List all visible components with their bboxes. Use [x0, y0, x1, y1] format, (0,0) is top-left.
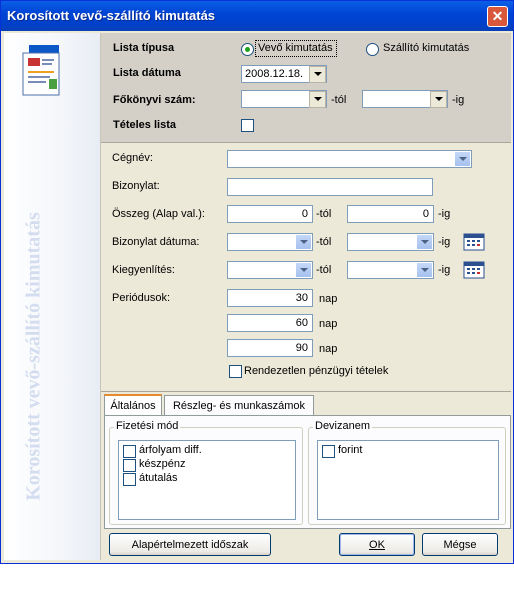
tab-panel-general: Fizetési mód árfolyam diff. készpénz átu… [104, 415, 511, 529]
ledger-to-select[interactable] [362, 90, 448, 108]
period-2-value: 60 [295, 317, 308, 329]
period-2-input[interactable]: 60 [227, 314, 313, 332]
ok-button[interactable]: OK [339, 533, 415, 556]
payment-method-title: Fizetési mód [114, 420, 181, 432]
company-name-combobox[interactable] [227, 150, 472, 168]
payment-item-label[interactable]: árfolyam diff. [139, 444, 202, 456]
unsettled-items-checkbox[interactable] [229, 365, 242, 378]
unsettled-items-label[interactable]: Rendezetlen pénzügyi tételek [244, 365, 388, 377]
payment-item-label[interactable]: átutalás [139, 472, 178, 484]
radio-vevo-label[interactable]: Vevő kimutatás [258, 42, 333, 54]
period-2-unit: nap [319, 318, 338, 330]
list-options-panel: Lista típusa Vevő kimutatás Szállító kim… [101, 33, 511, 143]
ok-button-label: OK [369, 539, 385, 551]
currency-list: forint [317, 440, 499, 520]
calendar-icon[interactable] [463, 233, 485, 251]
chevron-down-icon[interactable] [309, 66, 326, 83]
tab-altalanos-label: Általános [110, 400, 156, 412]
close-icon: ✕ [491, 8, 504, 24]
period-3-value: 90 [295, 342, 308, 354]
chevron-down-icon[interactable] [309, 91, 326, 108]
settlement-label: Kiegyenlítés: [112, 264, 175, 276]
period-1-unit: nap [319, 293, 338, 305]
payment-item-checkbox[interactable] [123, 459, 136, 472]
document-label: Bizonylat: [112, 180, 160, 192]
currency-title: Devizanem [313, 420, 373, 432]
report-document-icon [22, 45, 60, 96]
payment-item-checkbox[interactable] [123, 473, 136, 486]
document-date-to[interactable] [347, 233, 434, 251]
section-divider [101, 391, 511, 392]
chevron-down-icon[interactable] [295, 235, 311, 249]
default-period-button[interactable]: Alapértelmezett időszak [109, 533, 271, 556]
company-name-label: Cégnév: [112, 152, 153, 164]
document-date-label: Bizonylat dátuma: [112, 236, 200, 248]
radio-szallito-kimutatas[interactable] [366, 43, 379, 56]
list-date-value: 2008.12.18. [245, 68, 304, 80]
chevron-down-icon[interactable] [454, 152, 470, 166]
list-date-picker[interactable]: 2008.12.18. [241, 65, 327, 83]
sidebar-vertical-title: Korosított vevő-szállító kimutatás [22, 212, 45, 501]
ledger-from-suffix: -tól [331, 94, 347, 106]
window-title: Korosított vevő-szállító kimutatás [7, 8, 216, 23]
tab-reszleg-label: Részleg- és munkaszámok [172, 400, 306, 412]
dialog-window: Korosított vevő-szállító kimutatás ✕ Kor… [0, 0, 514, 564]
period-3-unit: nap [319, 343, 338, 355]
settlement-to-suffix: -ig [438, 264, 451, 276]
settlement-from[interactable] [227, 261, 313, 279]
itemized-list-label: Tételes lista [113, 119, 176, 131]
amount-to-suffix: -ig [438, 208, 451, 220]
tab-altalanos[interactable]: Általános [104, 394, 162, 417]
default-period-button-label: Alapértelmezett időszak [131, 539, 249, 551]
amount-from-suffix: -tól [316, 208, 332, 220]
cancel-button-label: Mégse [443, 539, 477, 551]
document-date-to-suffix: -ig [438, 236, 451, 248]
period-3-input[interactable]: 90 [227, 339, 313, 357]
chevron-down-icon[interactable] [416, 263, 432, 277]
cancel-button[interactable]: Mégse [422, 533, 498, 556]
ledger-number-label: Főkönyvi szám: [113, 94, 196, 106]
chevron-down-icon[interactable] [416, 235, 432, 249]
payment-item-label[interactable]: készpénz [139, 458, 185, 470]
settlement-to[interactable] [347, 261, 434, 279]
chevron-down-icon[interactable] [430, 91, 447, 108]
radio-szallito-label[interactable]: Szállító kimutatás [383, 42, 469, 54]
payment-method-list: árfolyam diff. készpénz átutalás [118, 440, 296, 520]
amount-label: Összeg (Alap val.): [112, 208, 205, 220]
list-type-label: Lista típusa [113, 42, 175, 54]
period-1-value: 30 [295, 292, 308, 304]
settlement-from-suffix: -tól [316, 264, 332, 276]
payment-item-checkbox[interactable] [123, 445, 136, 458]
period-1-input[interactable]: 30 [227, 289, 313, 307]
currency-group: Devizanem forint [308, 420, 506, 525]
periods-label: Periódusok: [112, 292, 171, 304]
document-date-from[interactable] [227, 233, 313, 251]
amount-from-input[interactable]: 0 [227, 205, 313, 223]
itemized-list-checkbox[interactable] [241, 119, 254, 132]
document-date-from-suffix: -tól [316, 236, 332, 248]
chevron-down-icon[interactable] [295, 263, 311, 277]
calendar-icon[interactable] [463, 261, 485, 279]
ledger-from-select[interactable] [241, 90, 327, 108]
ledger-to-suffix: -ig [452, 94, 465, 106]
currency-item-checkbox[interactable] [322, 445, 335, 458]
title-bar[interactable]: Korosított vevő-szállító kimutatás ✕ [1, 1, 513, 31]
sidebar-banner: Korosított vevő-szállító kimutatás [4, 33, 101, 560]
close-button[interactable]: ✕ [487, 6, 508, 27]
list-date-label: Lista dátuma [113, 67, 181, 79]
currency-item-label[interactable]: forint [338, 444, 362, 456]
amount-from-value: 0 [301, 208, 308, 220]
payment-method-group: Fizetési mód árfolyam diff. készpénz átu… [109, 420, 303, 525]
radio-vevo-kimutatas[interactable] [241, 43, 254, 56]
document-input[interactable] [227, 178, 433, 196]
amount-to-value: 0 [422, 208, 429, 220]
amount-to-input[interactable]: 0 [347, 205, 434, 223]
tab-reszleg-munkaszamok[interactable]: Részleg- és munkaszámok [164, 395, 314, 416]
